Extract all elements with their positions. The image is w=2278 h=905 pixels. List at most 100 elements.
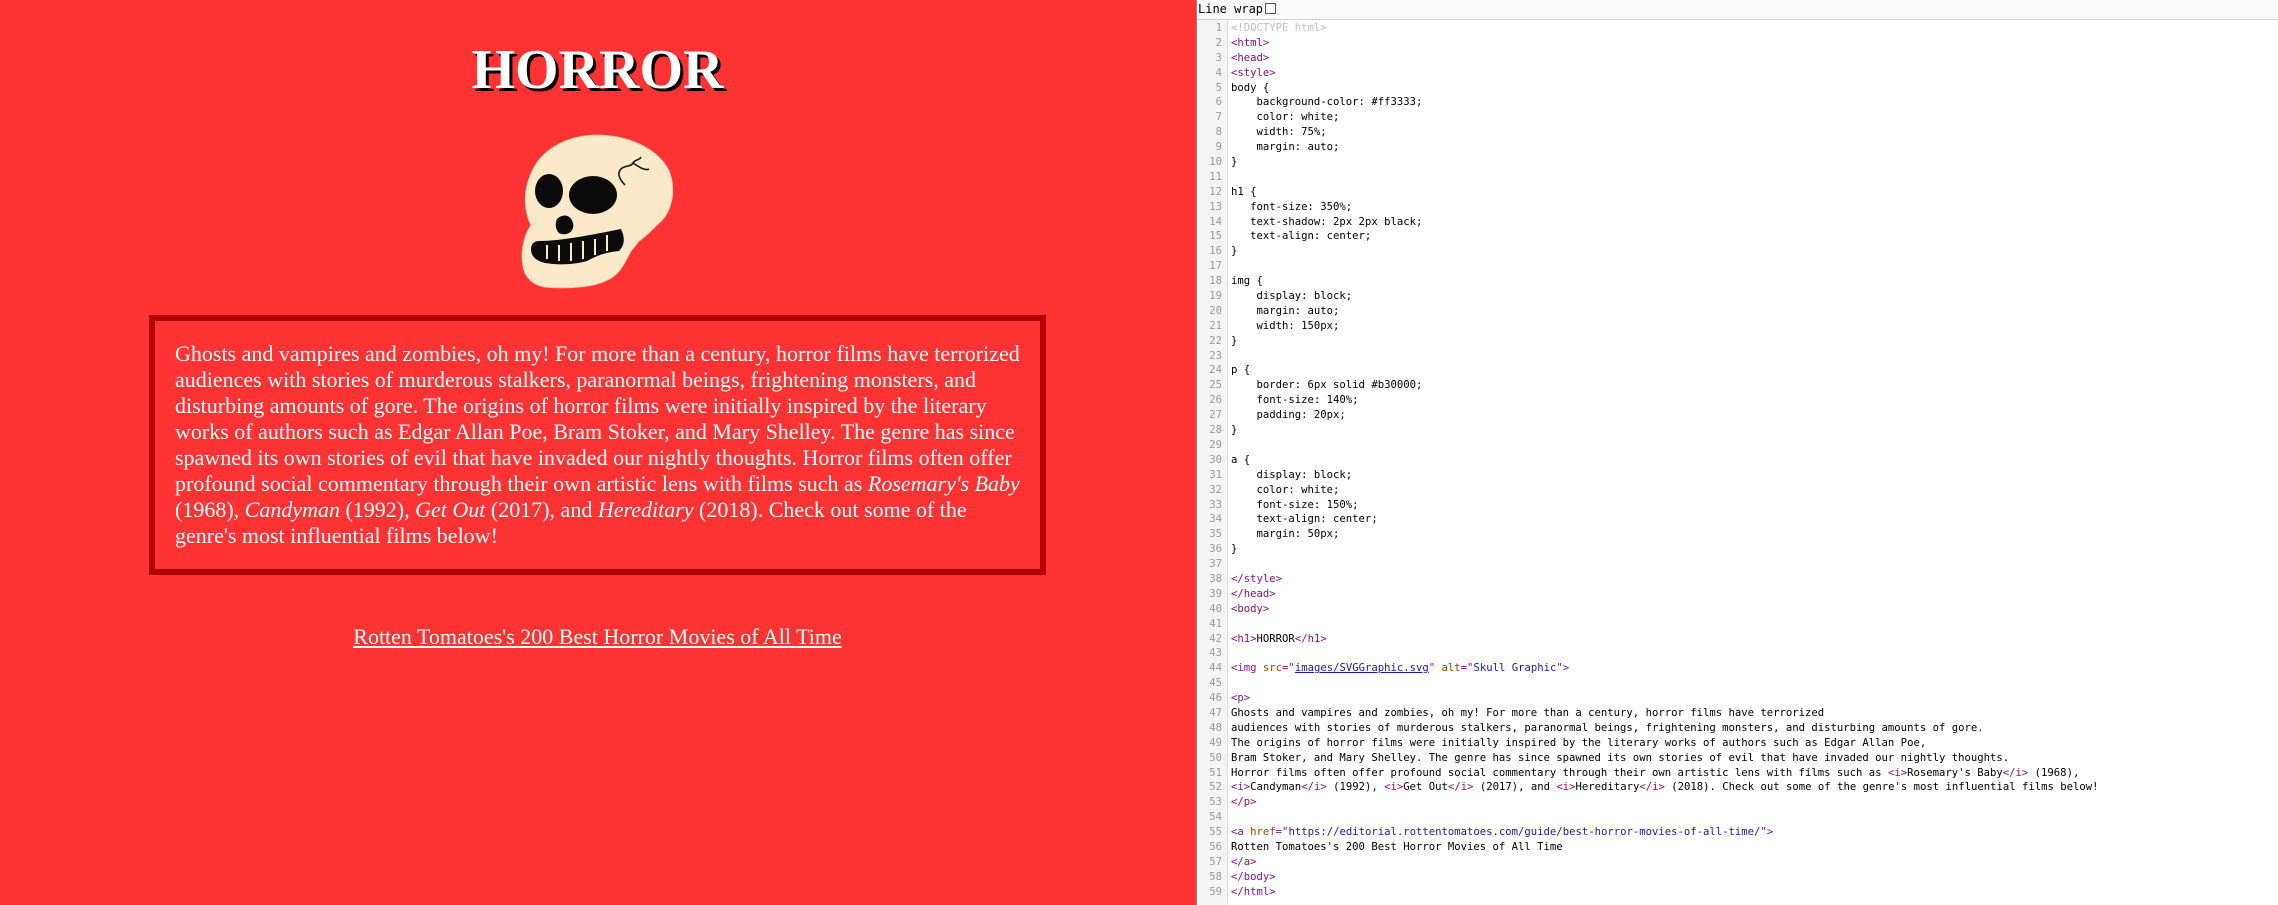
code-line[interactable]: 53 </p> [1197, 795, 2278, 810]
code-text[interactable]: width: 75%; [1231, 125, 1327, 140]
code-line[interactable]: 9 margin: auto; [1197, 140, 2278, 155]
code-line[interactable]: 49 The origins of horror films were initi… [1197, 736, 2278, 751]
code-text[interactable]: <style> [1231, 66, 1276, 81]
code-text[interactable]: text-align: center; [1231, 229, 1371, 244]
code-text[interactable]: </head> [1231, 587, 1276, 602]
code-text[interactable]: <html> [1231, 36, 1269, 51]
code-line[interactable]: 44 <img src="images/SVGGraphic.svg" alt="… [1197, 661, 2278, 676]
code-line[interactable]: 30 a { [1197, 453, 2278, 468]
code-text[interactable]: color: white; [1231, 483, 1340, 498]
code-line[interactable]: 18 img { [1197, 274, 2278, 289]
code-line[interactable]: 40 <body> [1197, 602, 2278, 617]
code-editor-pane[interactable]: Line wrap 1 <!DOCTYPE html> 2 <html> 3 <head>… [1197, 0, 2278, 905]
code-line[interactable]: 57 </a> [1197, 855, 2278, 870]
code-text[interactable]: margin: auto; [1231, 140, 1340, 155]
code-text[interactable]: audiences with stories of murderous stal… [1231, 721, 1984, 736]
code-line[interactable]: 20 margin: auto; [1197, 304, 2278, 319]
code-line[interactable]: 35 margin: 50px; [1197, 527, 2278, 542]
code-line[interactable]: 2 <html> [1197, 36, 2278, 51]
code-line[interactable]: 22} [1197, 334, 2278, 349]
code-line[interactable]: 10} [1197, 155, 2278, 170]
code-text[interactable]: } [1231, 542, 1237, 557]
code-text[interactable]: Bram Stoker, and Mary Shelley. The genre… [1231, 751, 2009, 766]
code-line[interactable]: 39 </head> [1197, 587, 2278, 602]
code-line[interactable]: 33 font-size: 150%; [1197, 498, 2278, 513]
code-text[interactable]: font-size: 350%; [1231, 200, 1352, 215]
code-text[interactable]: <i>Candyman</i> (1992), <i>Get Out</i> (… [1231, 780, 2099, 795]
code-text[interactable]: Horror films often offer profound social… [1231, 766, 2079, 781]
code-line[interactable]: 26 font-size: 140%; [1197, 393, 2278, 408]
code-text[interactable]: a { [1231, 453, 1250, 468]
code-text[interactable]: Ghosts and vampires and zombies, oh my! … [1231, 706, 1824, 721]
code-line[interactable]: 37 [1197, 557, 2278, 572]
code-text[interactable]: body { [1231, 81, 1269, 96]
code-line[interactable]: 59 </html> [1197, 885, 2278, 900]
code-text[interactable]: </body> [1231, 870, 1276, 885]
code-line[interactable]: 54 [1197, 810, 2278, 825]
code-text[interactable]: </p> [1231, 795, 1257, 810]
code-text[interactable]: img { [1231, 274, 1263, 289]
code-text[interactable]: color: white; [1231, 110, 1340, 125]
code-text[interactable]: </html> [1231, 885, 1276, 900]
code-line[interactable]: 48 audiences with stories of murderous st… [1197, 721, 2278, 736]
code-line[interactable]: 56 Rotten Tomatoes's 200 Best Horror Movi… [1197, 840, 2278, 855]
code-line[interactable]: 5 body { [1197, 81, 2278, 96]
code-text[interactable]: <h1>HORROR</h1> [1231, 632, 1327, 647]
code-text[interactable]: display: block; [1231, 468, 1353, 483]
code-line[interactable]: 41 [1197, 617, 2278, 632]
code-text[interactable]: width: 150px; [1231, 319, 1340, 334]
code-text[interactable]: display: block; [1231, 289, 1353, 304]
code-line[interactable]: 42 <h1>HORROR</h1> [1197, 632, 2278, 647]
code-line[interactable]: 21 width: 150px; [1197, 319, 2278, 334]
code-line[interactable]: 34 text-align: center; [1197, 512, 2278, 527]
code-text[interactable]: font-size: 140%; [1231, 393, 1359, 408]
code-line[interactable]: 32 color: white; [1197, 483, 2278, 498]
code-line[interactable]: 29 [1197, 438, 2278, 453]
code-line[interactable]: 46 <p> [1197, 691, 2278, 706]
code-line[interactable]: 11 [1197, 170, 2278, 185]
code-line[interactable]: 24 p { [1197, 363, 2278, 378]
code-text[interactable]: </a> [1231, 855, 1257, 870]
code-text[interactable]: </style> [1231, 572, 1282, 587]
code-text[interactable]: } [1231, 423, 1237, 438]
code-line[interactable]: 43 [1197, 646, 2278, 661]
code-lines[interactable]: 1 <!DOCTYPE html> 2 <html> 3 <head> 4 <style> 5 b… [1197, 21, 2278, 900]
code-line[interactable]: 15 text-align: center; [1197, 229, 2278, 244]
code-text[interactable]: The origins of horror films were initial… [1231, 736, 1926, 751]
code-text[interactable]: p { [1231, 363, 1250, 378]
code-text[interactable]: <a href="https://editorial.rottentomatoe… [1231, 825, 1773, 840]
code-text[interactable]: <p> [1231, 691, 1250, 706]
code-line[interactable]: 4 <style> [1197, 66, 2278, 81]
code-text[interactable]: h1 { [1231, 185, 1257, 200]
code-text[interactable]: text-align: center; [1231, 512, 1378, 527]
code-line[interactable]: 13 font-size: 350%; [1197, 200, 2278, 215]
code-line[interactable]: 27 padding: 20px; [1197, 408, 2278, 423]
code-line[interactable]: 17 [1197, 259, 2278, 274]
code-line[interactable]: 38 </style> [1197, 572, 2278, 587]
code-text[interactable]: margin: 50px; [1231, 527, 1340, 542]
code-text[interactable]: } [1231, 334, 1237, 349]
code-line[interactable]: 45 [1197, 676, 2278, 691]
code-text[interactable]: <img src="images/SVGGraphic.svg" alt="Sk… [1231, 661, 1569, 676]
rotten-tomatoes-link[interactable]: Rotten Tomatoes's 200 Best Horror Movies… [149, 622, 1046, 652]
code-line[interactable]: 23 [1197, 349, 2278, 364]
code-text[interactable]: text-shadow: 2px 2px black; [1231, 215, 1422, 230]
code-line[interactable]: 51 Horror films often offer profound soci… [1197, 766, 2278, 781]
code-line[interactable]: 31 display: block; [1197, 468, 2278, 483]
code-text[interactable]: } [1231, 155, 1237, 170]
code-text[interactable]: <!DOCTYPE html> [1231, 21, 1327, 36]
code-line[interactable]: 25 border: 6px solid #b30000; [1197, 378, 2278, 393]
code-line[interactable]: 52 <i>Candyman</i> (1992), <i>Get Out</i>… [1197, 780, 2278, 795]
code-line[interactable]: 6 background-color: #ff3333; [1197, 95, 2278, 110]
code-line[interactable]: 3 <head> [1197, 51, 2278, 66]
code-line[interactable]: 19 display: block; [1197, 289, 2278, 304]
code-text[interactable]: font-size: 150%; [1231, 498, 1359, 513]
code-line[interactable]: 50 Bram Stoker, and Mary Shelley. The gen… [1197, 751, 2278, 766]
code-line[interactable]: 28} [1197, 423, 2278, 438]
code-text[interactable]: Rotten Tomatoes's 200 Best Horror Movies… [1231, 840, 1563, 855]
code-text[interactable]: border: 6px solid #b30000; [1231, 378, 1423, 393]
code-text[interactable]: margin: auto; [1231, 304, 1340, 319]
code-text[interactable]: background-color: #ff3333; [1231, 95, 1423, 110]
code-text[interactable]: padding: 20px; [1231, 408, 1346, 423]
code-line[interactable]: 36} [1197, 542, 2278, 557]
